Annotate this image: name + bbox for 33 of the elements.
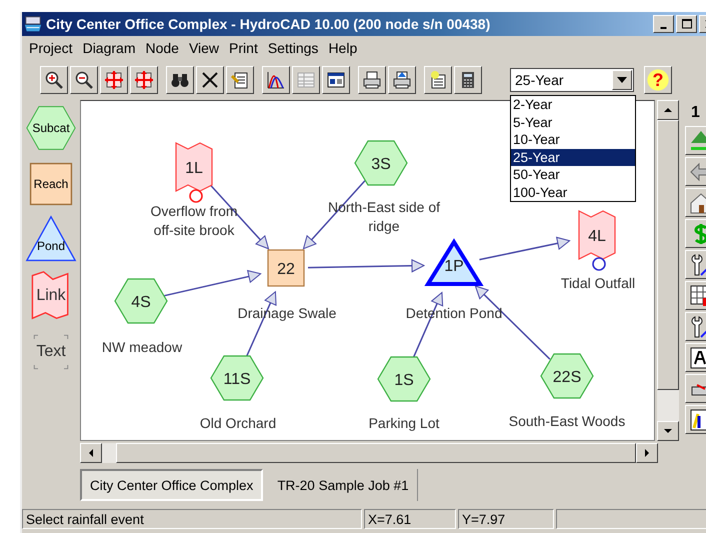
subcat-node[interactable]: 4S — [114, 278, 168, 324]
subcat-node[interactable]: 11S — [210, 355, 264, 401]
dropdown-option[interactable]: 2-Year — [511, 96, 635, 114]
dropdown-option[interactable]: 50-Year — [511, 166, 635, 184]
dropdown-option[interactable]: 100-Year — [511, 184, 635, 201]
toolbar-number: 1 — [690, 103, 701, 123]
menu-item[interactable]: Help — [323, 40, 362, 56]
help-button[interactable]: ? — [644, 66, 672, 94]
subcat-node[interactable]: 1S — [377, 356, 431, 402]
menu-item[interactable]: View — [184, 40, 224, 56]
reach-node[interactable]: 22 — [267, 249, 305, 287]
dropdown-option[interactable]: 10-Year — [511, 131, 635, 148]
pond-node[interactable]: 1P — [424, 238, 484, 286]
window-title: City Center Office Complex - HydroCAD 10.00 (200 node s/n 00438) — [46, 16, 490, 32]
dropdown-option[interactable]: 5-Year — [511, 114, 635, 131]
x-coordinate: X=7.61 — [364, 509, 456, 529]
node-label: Tidal Outfall — [560, 275, 636, 291]
subcat-node[interactable]: 22S — [540, 353, 594, 399]
node-label: South-East Woods — [508, 413, 626, 429]
menu-item[interactable]: Settings — [262, 40, 324, 56]
menu-item[interactable]: Project — [24, 40, 78, 56]
dropdown-option[interactable]: 25-Year — [511, 148, 635, 166]
node-label: Parking Lot — [368, 415, 440, 431]
y-coordinate: Y=7.97 — [458, 509, 554, 529]
menu-item[interactable]: Node — [140, 40, 184, 56]
menu-item[interactable]: Print — [224, 40, 263, 56]
node-label: Old Orchard — [200, 415, 276, 431]
project-tab[interactable]: City Center Office Complex — [80, 469, 264, 501]
subcat-node[interactable]: 3S — [354, 140, 408, 186]
menu-item[interactable]: Diagram — [78, 40, 140, 56]
status-message: Select rainfall event — [22, 509, 362, 529]
palette-tool[interactable]: Text — [23, 326, 79, 378]
node-label: NW meadow — [102, 339, 182, 355]
